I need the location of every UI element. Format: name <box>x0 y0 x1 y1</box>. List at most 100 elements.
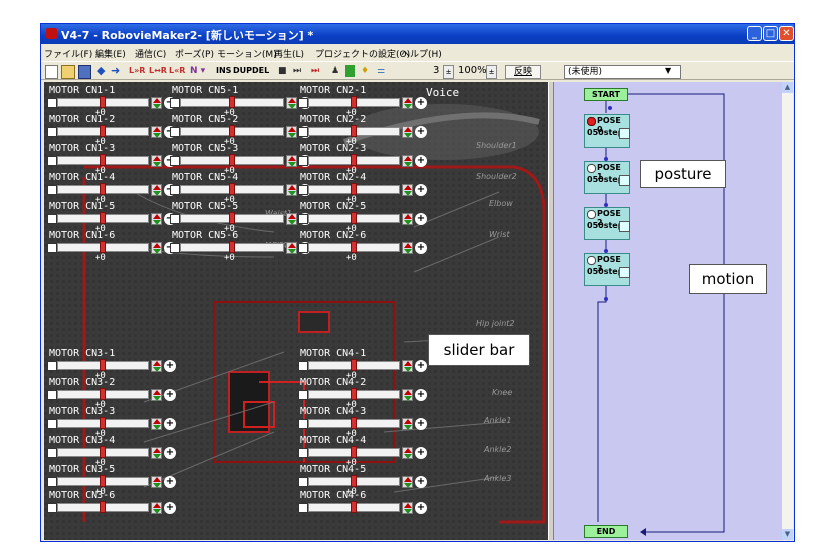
value-spinner[interactable] <box>151 360 162 372</box>
value-spinner[interactable] <box>151 97 162 109</box>
offset-toggle-button[interactable]: + <box>415 97 427 109</box>
motor-enable-checkbox[interactable] <box>298 477 308 487</box>
offset-toggle-button[interactable]: + <box>415 126 427 138</box>
motor-enable-checkbox[interactable] <box>47 390 57 400</box>
value-spinner[interactable] <box>286 184 297 196</box>
slider-thumb[interactable] <box>100 212 106 224</box>
value-spinner[interactable] <box>151 476 162 488</box>
value-spinner[interactable] <box>151 126 162 138</box>
motor-slider[interactable]: + <box>170 241 314 254</box>
slider-thumb[interactable] <box>229 125 235 137</box>
stop-icon[interactable]: ■ <box>278 65 287 77</box>
slider-thumb[interactable] <box>351 388 357 400</box>
value-spinner[interactable] <box>402 360 413 372</box>
motor-slider[interactable]: − <box>47 241 179 254</box>
fast-play-icon[interactable]: ⏭ <box>311 65 319 77</box>
step-play-icon[interactable]: ⏭ <box>293 65 301 77</box>
motor-enable-checkbox[interactable] <box>170 214 180 224</box>
offset-toggle-button[interactable]: + <box>415 242 427 254</box>
menu-edit[interactable]: 編集(E) <box>95 47 126 60</box>
motor-slider[interactable]: + <box>47 475 179 488</box>
motor-slider[interactable]: + <box>170 212 314 225</box>
motor-enable-checkbox[interactable] <box>170 127 180 137</box>
offset-toggle-button[interactable]: + <box>415 213 427 225</box>
value-spinner[interactable] <box>402 97 413 109</box>
motor-enable-checkbox[interactable] <box>170 185 180 195</box>
motor-slider[interactable]: + <box>170 154 314 167</box>
motor-enable-checkbox[interactable] <box>298 503 308 513</box>
motor-slider[interactable]: + <box>47 446 179 459</box>
motor-slider[interactable]: + <box>47 359 179 372</box>
menu-help[interactable]: ヘルプ(H) <box>401 47 442 60</box>
slider-thumb[interactable] <box>351 125 357 137</box>
motor-enable-checkbox[interactable] <box>298 361 308 371</box>
motor-enable-checkbox[interactable] <box>47 98 57 108</box>
value-spinner[interactable] <box>151 447 162 459</box>
duplicate-button[interactable]: DUP <box>233 65 252 77</box>
motor-enable-checkbox[interactable] <box>298 127 308 137</box>
slider-thumb[interactable] <box>100 501 106 513</box>
slider-thumb[interactable] <box>351 359 357 371</box>
insert-button[interactable]: INS <box>216 65 231 77</box>
apply-button[interactable]: 反映 <box>505 65 541 79</box>
motor-slider[interactable]: − <box>47 154 179 167</box>
title-bar[interactable]: V4-7 - RobovieMaker2- [新しいモーション] * _ □ ✕ <box>41 24 794 44</box>
slider-thumb[interactable] <box>351 241 357 253</box>
offset-toggle-button[interactable]: + <box>164 360 176 372</box>
forward-icon[interactable]: ➜ <box>111 65 120 77</box>
value-spinner[interactable] <box>402 184 413 196</box>
mode-select[interactable]: (未使用) <box>564 65 681 79</box>
menu-file[interactable]: ファイル(F) <box>44 47 92 60</box>
mirror-r-to-l-button[interactable]: L«R <box>169 65 185 77</box>
motor-enable-checkbox[interactable] <box>298 156 308 166</box>
slider-thumb[interactable] <box>229 96 235 108</box>
slider-thumb[interactable] <box>229 154 235 166</box>
motor-slider[interactable]: + <box>298 475 430 488</box>
menu-pose[interactable]: ポーズ(P) <box>175 47 214 60</box>
pose-edit-icon[interactable] <box>619 221 630 232</box>
slider-thumb[interactable] <box>351 183 357 195</box>
value-spinner[interactable] <box>286 155 297 167</box>
value-spinner[interactable] <box>286 126 297 138</box>
motor-slider[interactable]: + <box>298 359 430 372</box>
motor-enable-checkbox[interactable] <box>47 156 57 166</box>
menu-comm[interactable]: 通信(C) <box>135 47 166 60</box>
slider-thumb[interactable] <box>100 475 106 487</box>
motor-enable-checkbox[interactable] <box>47 503 57 513</box>
end-node[interactable]: END <box>584 525 628 538</box>
offset-toggle-button[interactable]: + <box>164 389 176 401</box>
motor-enable-checkbox[interactable] <box>298 448 308 458</box>
back-icon[interactable]: ◆ <box>97 65 105 77</box>
value-spinner[interactable] <box>402 502 413 514</box>
motor-enable-checkbox[interactable] <box>47 185 57 195</box>
offset-toggle-button[interactable]: + <box>415 502 427 514</box>
value-spinner[interactable] <box>286 242 297 254</box>
zoom-spinner[interactable]: ± <box>486 65 497 79</box>
motor-slider[interactable]: + <box>298 388 430 401</box>
slider-thumb[interactable] <box>100 446 106 458</box>
value-spinner[interactable] <box>402 126 413 138</box>
value-spinner[interactable] <box>402 476 413 488</box>
value-spinner[interactable] <box>402 389 413 401</box>
motor-slider[interactable]: + <box>298 501 430 514</box>
value-spinner[interactable] <box>151 242 162 254</box>
value-spinner[interactable] <box>151 418 162 430</box>
pose-2-node[interactable]: POSE 2 050step <box>584 207 630 240</box>
offset-toggle-button[interactable]: + <box>164 418 176 430</box>
motor-slider[interactable]: + <box>47 501 179 514</box>
motor-slider[interactable]: + <box>170 125 314 138</box>
offset-toggle-button[interactable]: + <box>415 447 427 459</box>
motor-slider[interactable]: + <box>298 417 430 430</box>
vertical-scrollbar[interactable]: ▲ ▼ <box>782 82 793 540</box>
mirror-l-to-r-button[interactable]: L»R <box>129 65 145 77</box>
menu-motion[interactable]: モーション(M) <box>217 47 277 60</box>
slider-thumb[interactable] <box>351 475 357 487</box>
motor-slider[interactable]: + <box>298 96 430 109</box>
slider-thumb[interactable] <box>100 359 106 371</box>
value-spinner[interactable] <box>151 502 162 514</box>
bulb-icon[interactable]: ♦ <box>361 65 369 77</box>
offset-toggle-button[interactable]: + <box>164 476 176 488</box>
motor-slider[interactable]: + <box>170 96 314 109</box>
slider-thumb[interactable] <box>229 212 235 224</box>
minimize-button[interactable]: _ <box>747 26 762 41</box>
